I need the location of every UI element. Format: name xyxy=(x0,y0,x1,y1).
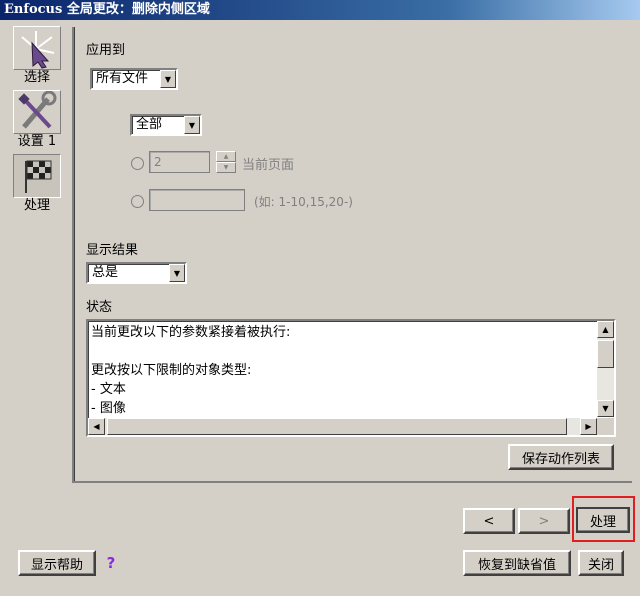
page-range-field[interactable] xyxy=(149,189,245,211)
status-line: 更改按以下限制的对象类型: xyxy=(91,363,252,378)
current-page-label: 当前页面 xyxy=(242,158,295,173)
display-results-value: 总是 xyxy=(92,265,119,280)
cursor-star-icon xyxy=(13,26,61,70)
sidebar-item-label: 设置 1 xyxy=(17,134,57,149)
status-label: 状态 xyxy=(86,300,113,315)
status-textbox[interactable]: 当前更改以下的参数紧接着被执行: 更改按以下限制的对象类型: - 文本 - 图像… xyxy=(86,319,616,437)
question-icon[interactable]: ? xyxy=(103,555,119,571)
title-bar: Enfocus 全局更改：删除内侧区域 xyxy=(0,0,640,20)
page-scope-value: 全部 xyxy=(136,117,163,132)
sidebar-item-select[interactable]: 选择 xyxy=(8,26,66,85)
display-results-label: 显示结果 xyxy=(86,243,139,258)
sidebar-item-label: 选择 xyxy=(23,70,50,85)
title-brand: Enfocus xyxy=(4,2,63,17)
process-highlight xyxy=(572,496,635,542)
apply-to-select[interactable]: 所有文件 ▼ xyxy=(90,68,178,90)
title-text: 全局更改：删除内侧区域 xyxy=(66,2,210,17)
status-text: 当前更改以下的参数紧接着被执行: 更改按以下限制的对象类型: - 文本 - 图像 xyxy=(91,323,597,418)
current-page-radio[interactable] xyxy=(131,157,144,170)
status-line: 当前更改以下的参数紧接着被执行: xyxy=(91,325,291,340)
sidebar: 选择 设置 1 处理 xyxy=(0,20,72,480)
restore-defaults-button[interactable]: 恢复到缺省值 xyxy=(463,550,571,576)
show-help-button[interactable]: 显示帮助 xyxy=(18,550,96,576)
spin-down-icon[interactable]: ▼ xyxy=(216,162,236,173)
scroll-down-icon[interactable]: ▼ xyxy=(597,400,614,417)
apply-to-label: 应用到 xyxy=(86,43,126,58)
next-button[interactable]: > xyxy=(518,508,570,534)
status-line: - 文本 xyxy=(91,382,126,397)
page-scope-select[interactable]: 全部 ▼ xyxy=(130,114,202,136)
page-spinner[interactable]: ▲ ▼ xyxy=(216,151,236,173)
apply-to-value: 所有文件 xyxy=(96,71,149,86)
chevron-down-icon[interactable]: ▼ xyxy=(160,70,176,88)
scroll-thumb[interactable] xyxy=(107,418,567,435)
spin-up-icon[interactable]: ▲ xyxy=(216,151,236,162)
horizontal-scrollbar[interactable]: ◀ ▶ xyxy=(88,418,597,435)
wrench-screwdriver-icon xyxy=(13,90,61,134)
vertical-scrollbar[interactable]: ▲ ▼ xyxy=(597,321,614,417)
scroll-up-icon[interactable]: ▲ xyxy=(597,321,614,338)
scroll-thumb[interactable] xyxy=(597,340,614,368)
sidebar-item-process[interactable]: 处理 xyxy=(8,154,66,213)
display-results-select[interactable]: 总是 ▼ xyxy=(86,262,187,284)
scroll-right-icon[interactable]: ▶ xyxy=(580,418,597,435)
scroll-left-icon[interactable]: ◀ xyxy=(88,418,105,435)
current-page-field[interactable]: 2 xyxy=(149,151,210,173)
chevron-down-icon[interactable]: ▼ xyxy=(169,264,185,282)
scroll-corner xyxy=(597,418,614,435)
sidebar-item-settings[interactable]: 设置 1 xyxy=(8,90,66,149)
close-button[interactable]: 关闭 xyxy=(578,550,624,576)
prev-button[interactable]: < xyxy=(463,508,515,534)
status-line xyxy=(91,342,597,361)
chevron-down-icon[interactable]: ▼ xyxy=(184,116,200,134)
status-line: - 图像 xyxy=(91,401,126,416)
checkered-flag-icon xyxy=(13,154,61,198)
save-actions-button[interactable]: 保存动作列表 xyxy=(508,444,614,470)
page-range-radio[interactable] xyxy=(131,195,144,208)
sidebar-item-label: 处理 xyxy=(23,198,50,213)
page-range-hint: (如: 1-10,15,20-) xyxy=(254,195,353,209)
